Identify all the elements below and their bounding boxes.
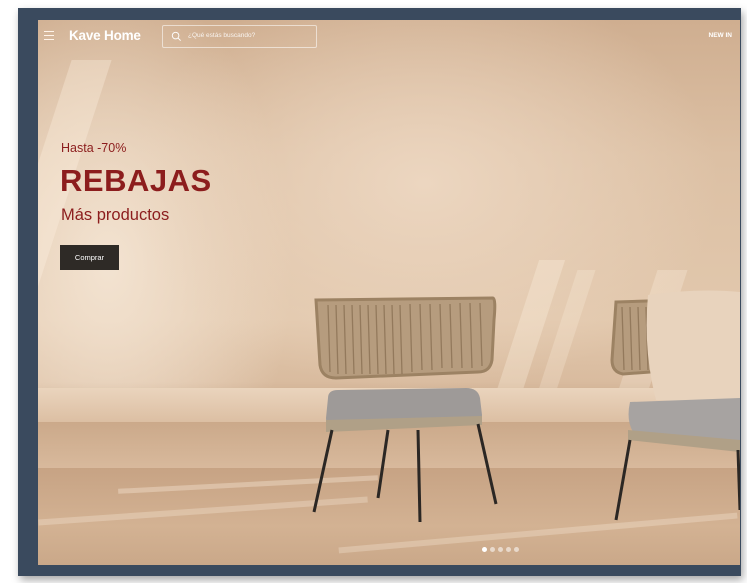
chair-left [312, 296, 498, 523]
search-placeholder: ¿Qué estás buscando? [188, 32, 256, 39]
page-viewport: Kave Home ¿Qué estás buscando? NEW IN Ha… [38, 20, 740, 565]
promo-title: REBAJAS [60, 163, 212, 198]
carousel-dot-4[interactable] [506, 547, 511, 552]
carousel-dot-1[interactable] [482, 547, 487, 552]
carousel-dot-2[interactable] [490, 547, 495, 552]
carousel-dot-5[interactable] [514, 547, 519, 552]
search-input[interactable]: ¿Qué estás buscando? [162, 25, 317, 48]
chairs-illustration [312, 290, 740, 523]
promo-subtitle: Más productos [61, 206, 170, 224]
shop-now-button[interactable]: Comprar [60, 245, 119, 270]
hero-background-image [38, 20, 740, 565]
nav-link-new-in[interactable]: NEW IN [709, 32, 732, 39]
chair-right [610, 290, 740, 521]
hamburger-menu-icon[interactable] [44, 31, 54, 40]
carousel-pagination [482, 547, 519, 552]
brand-logo[interactable]: Kave Home [69, 28, 141, 43]
carousel-dot-3[interactable] [498, 547, 503, 552]
promo-discount-text: Hasta -70% [61, 141, 127, 155]
search-icon [171, 31, 181, 41]
site-header: Kave Home ¿Qué estás buscando? NEW IN [38, 20, 740, 54]
